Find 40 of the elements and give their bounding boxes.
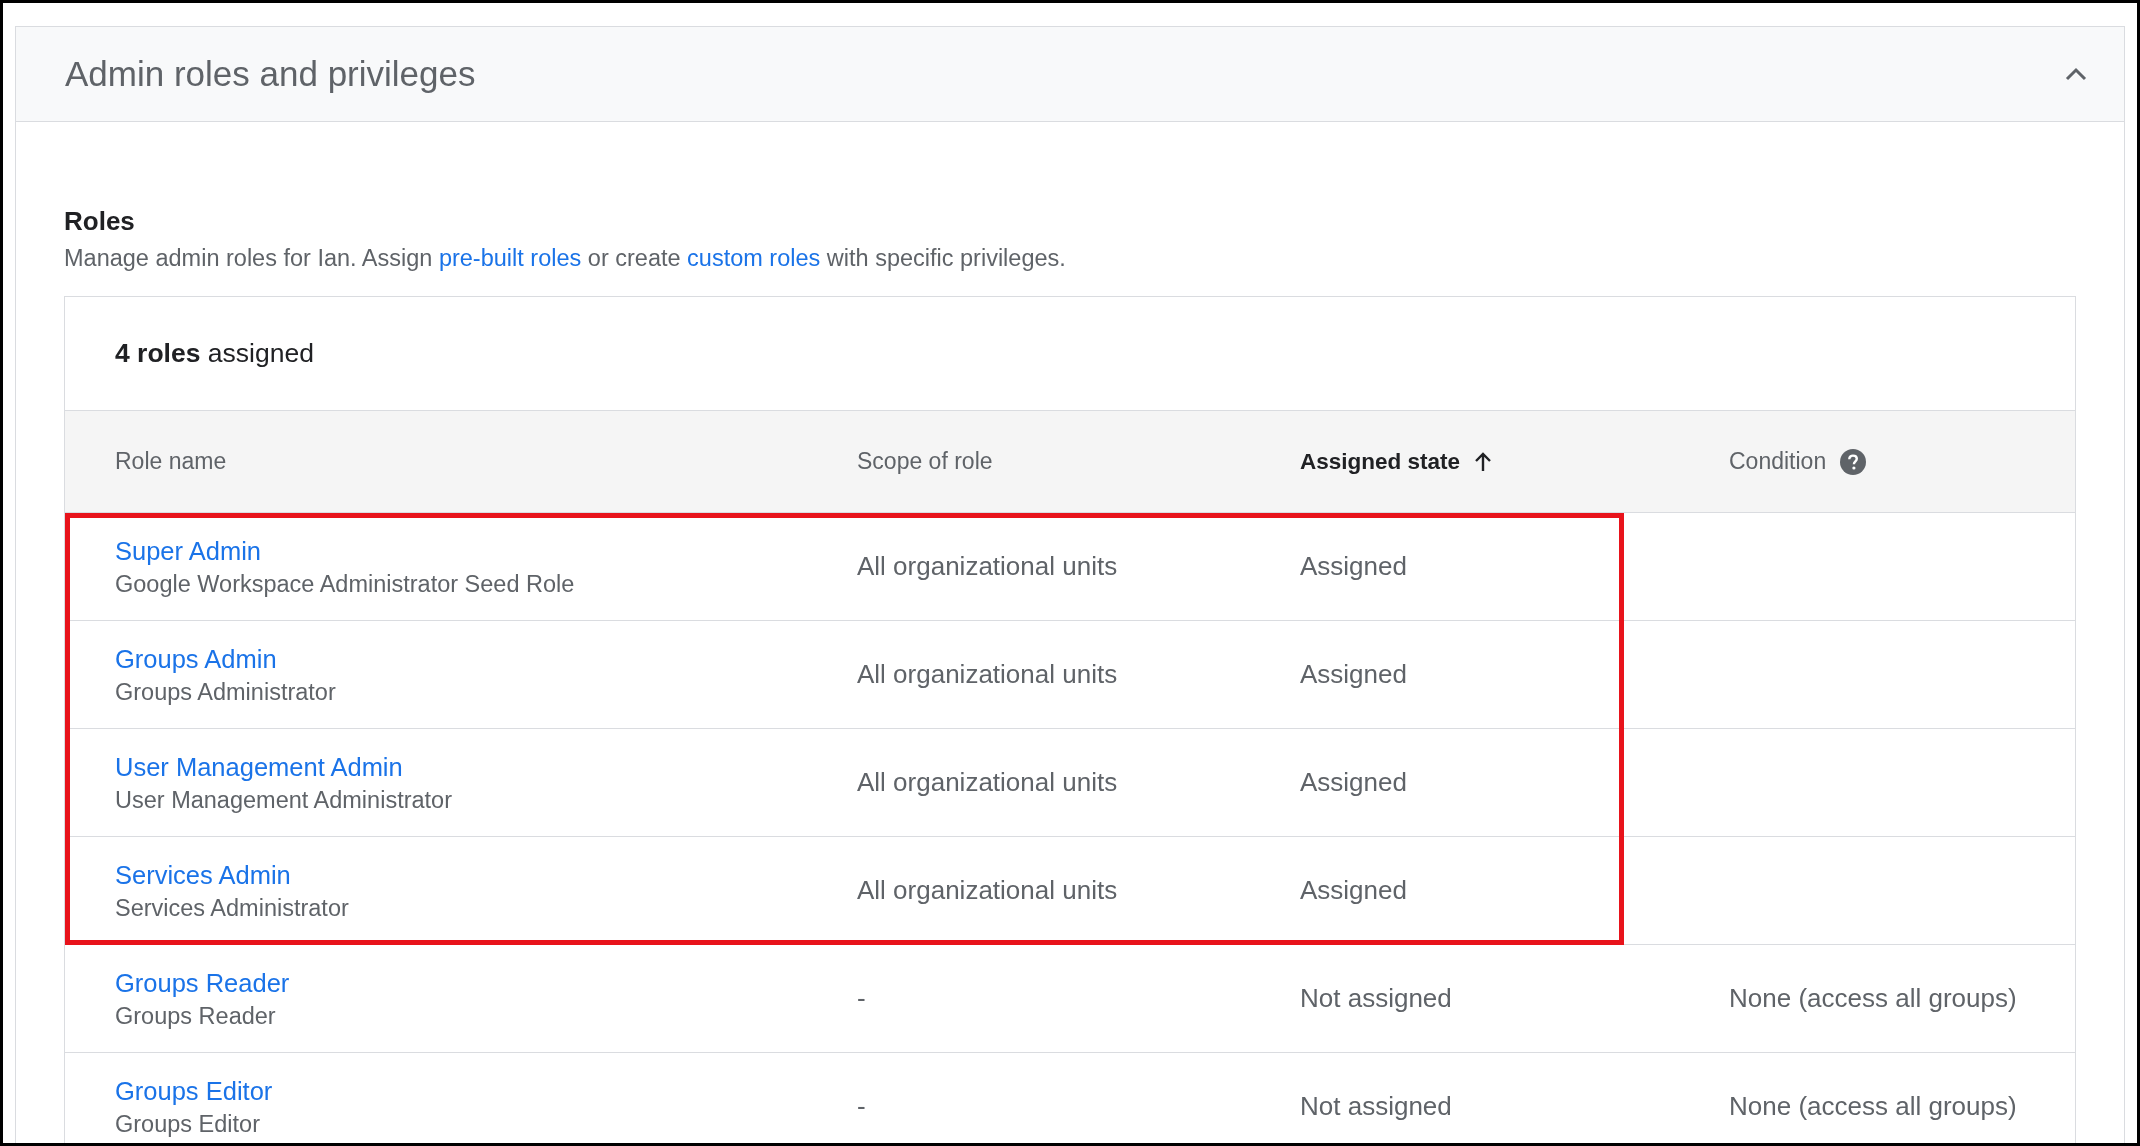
link[interactable]: pre-built roles	[438, 245, 582, 271]
role-description: Services Administrator	[115, 893, 350, 923]
column-header[interactable]: Condition	[1729, 448, 1827, 475]
chevron-up-icon[interactable]	[2064, 66, 2088, 82]
role-link[interactable]: Services Admin	[115, 858, 291, 891]
table-summary: 4 roles assigned	[115, 338, 314, 369]
table-cell-text: -	[857, 1091, 867, 1122]
role-description: Groups Editor	[115, 1109, 261, 1139]
table-cell-text: Assigned	[1300, 551, 1408, 582]
table-cell-text: Assigned	[1300, 767, 1408, 798]
table-cell-text: None (access all groups)	[1729, 983, 2018, 1014]
table-cell-text: All organizational units	[857, 551, 1119, 582]
role-link[interactable]: Groups Editor	[115, 1074, 273, 1107]
role-link[interactable]: Groups Reader	[115, 966, 290, 999]
link[interactable]: custom roles	[687, 245, 821, 271]
table-cell-text: None (access all groups)	[1729, 1091, 2018, 1122]
role-description: Groups Reader	[115, 1001, 277, 1031]
table-cell-text: All organizational units	[857, 659, 1119, 690]
column-header[interactable]: Scope of role	[857, 448, 993, 475]
table-cell-text: Assigned	[1300, 875, 1408, 906]
role-link[interactable]: Super Admin	[115, 534, 261, 567]
arrow-up-icon[interactable]	[1474, 451, 1493, 472]
role-link[interactable]: User Management Admin	[115, 750, 403, 783]
table-cell-text: All organizational units	[857, 875, 1119, 906]
role-description: Google Workspace Administrator Seed Role	[115, 569, 576, 599]
column-header[interactable]: Role name	[115, 448, 227, 475]
role-link[interactable]: Groups Admin	[115, 642, 277, 675]
section-description: Manage admin roles for Ian. Assign pre-built roles or create custom roles with specific privileges.	[64, 244, 1067, 273]
panel-header[interactable]: Admin roles and privileges	[16, 27, 2124, 122]
panel-title: Admin roles and privileges	[65, 54, 476, 94]
role-description: Groups Administrator	[115, 677, 337, 707]
table-cell-text: -	[857, 983, 867, 1014]
help-icon[interactable]	[1840, 448, 1867, 475]
table-cell-text: All organizational units	[857, 767, 1119, 798]
role-description: User Management Administrator	[115, 785, 453, 815]
column-header[interactable]: Assigned state	[1300, 448, 1461, 475]
table-cell-text: Not assigned	[1300, 983, 1453, 1014]
table-cell-text: Not assigned	[1300, 1091, 1453, 1122]
section-heading: Roles	[64, 205, 136, 238]
table-cell-text: Assigned	[1300, 659, 1408, 690]
